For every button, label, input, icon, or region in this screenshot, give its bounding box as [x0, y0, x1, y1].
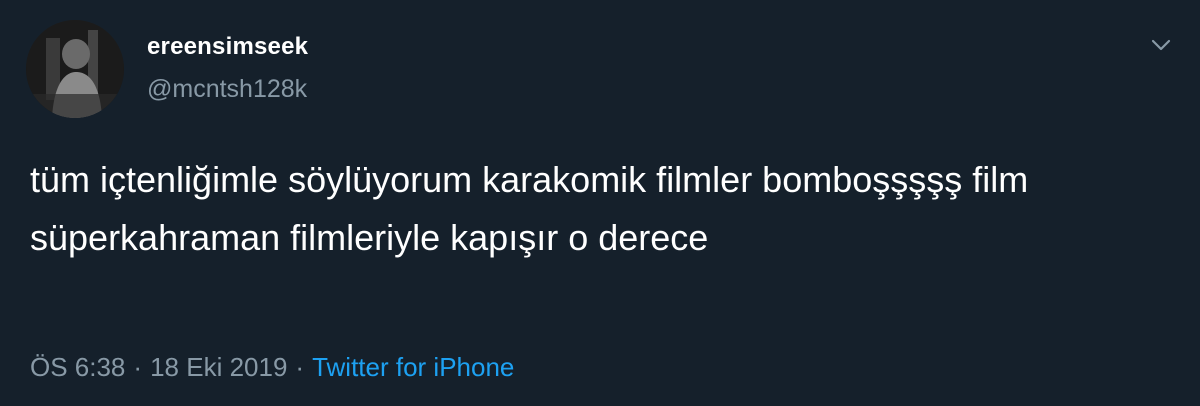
tweet-source-link[interactable]: Twitter for iPhone	[312, 352, 514, 382]
display-name[interactable]: ereensimseek	[147, 33, 308, 61]
tweet-meta: ÖS 6:38 · 18 Eki 2019 · Twitter for iPhone	[30, 352, 514, 383]
avatar-image	[26, 20, 124, 118]
tweet-card: ereensimseek @mcntsh128k tüm içtenliğiml…	[0, 0, 1200, 406]
chevron-down-icon	[1151, 39, 1171, 51]
tweet-date[interactable]: 18 Eki 2019	[150, 352, 287, 382]
tweet-menu-button[interactable]	[1146, 30, 1176, 60]
meta-separator: ·	[295, 352, 305, 382]
tweet-time[interactable]: ÖS 6:38	[30, 352, 125, 382]
avatar[interactable]	[26, 20, 124, 118]
tweet-text: tüm içtenliğimle söylüyorum karakomik fi…	[30, 159, 1039, 258]
meta-separator: ·	[133, 352, 143, 382]
user-handle[interactable]: @mcntsh128k	[147, 75, 307, 104]
